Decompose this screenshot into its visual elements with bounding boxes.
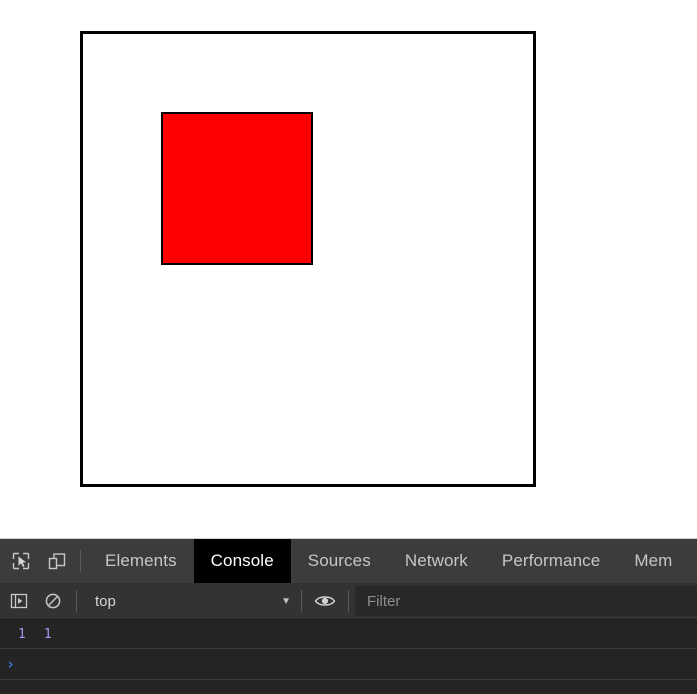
tab-sources[interactable]: Sources bbox=[291, 539, 388, 583]
console-context-value: top bbox=[95, 592, 116, 610]
device-toolbar-icon[interactable] bbox=[42, 546, 72, 576]
console-filter-toolbar: top ▼ Filter bbox=[0, 583, 697, 620]
console-filter-input[interactable]: Filter bbox=[355, 586, 697, 616]
console-empty-area bbox=[0, 680, 697, 694]
console-prompt-row[interactable]: › bbox=[0, 649, 697, 680]
console-message-area: 1 1 › bbox=[0, 620, 697, 694]
tab-network[interactable]: Network bbox=[388, 539, 485, 583]
tab-memory[interactable]: Mem bbox=[617, 539, 689, 583]
page-viewport bbox=[0, 0, 697, 538]
outer-container-box bbox=[80, 31, 536, 487]
filterbar-divider-1 bbox=[76, 590, 77, 612]
chevron-down-icon: ▼ bbox=[281, 595, 291, 607]
console-value-2: 1 bbox=[43, 626, 52, 642]
red-square[interactable] bbox=[161, 112, 313, 265]
toolbar-divider bbox=[80, 550, 81, 572]
browser-window: Elements Console Sources Network Perform… bbox=[0, 0, 697, 694]
devtools-panel: Elements Console Sources Network Perform… bbox=[0, 538, 697, 694]
console-value-1: 1 bbox=[18, 626, 26, 642]
filterbar-divider-2 bbox=[301, 590, 302, 612]
console-prompt-input[interactable] bbox=[15, 649, 697, 679]
devtools-tab-list: Elements Console Sources Network Perform… bbox=[88, 539, 697, 583]
devtools-tabbar: Elements Console Sources Network Perform… bbox=[0, 539, 697, 583]
tab-elements[interactable]: Elements bbox=[88, 539, 194, 583]
inspect-element-icon[interactable] bbox=[6, 546, 36, 576]
console-context-selector[interactable]: top ▼ bbox=[85, 583, 299, 619]
console-sidebar-icon[interactable] bbox=[6, 588, 32, 614]
devtools-tool-icons bbox=[0, 539, 88, 583]
console-message-row[interactable]: 1 1 bbox=[0, 620, 697, 649]
filterbar-divider-3 bbox=[348, 590, 349, 612]
clear-console-icon[interactable] bbox=[40, 588, 66, 614]
tab-performance[interactable]: Performance bbox=[485, 539, 617, 583]
prompt-chevron-icon: › bbox=[6, 654, 16, 673]
tab-console[interactable]: Console bbox=[193, 539, 291, 583]
console-toolbar-icons bbox=[0, 583, 85, 619]
live-expression-icon[interactable] bbox=[304, 583, 346, 619]
